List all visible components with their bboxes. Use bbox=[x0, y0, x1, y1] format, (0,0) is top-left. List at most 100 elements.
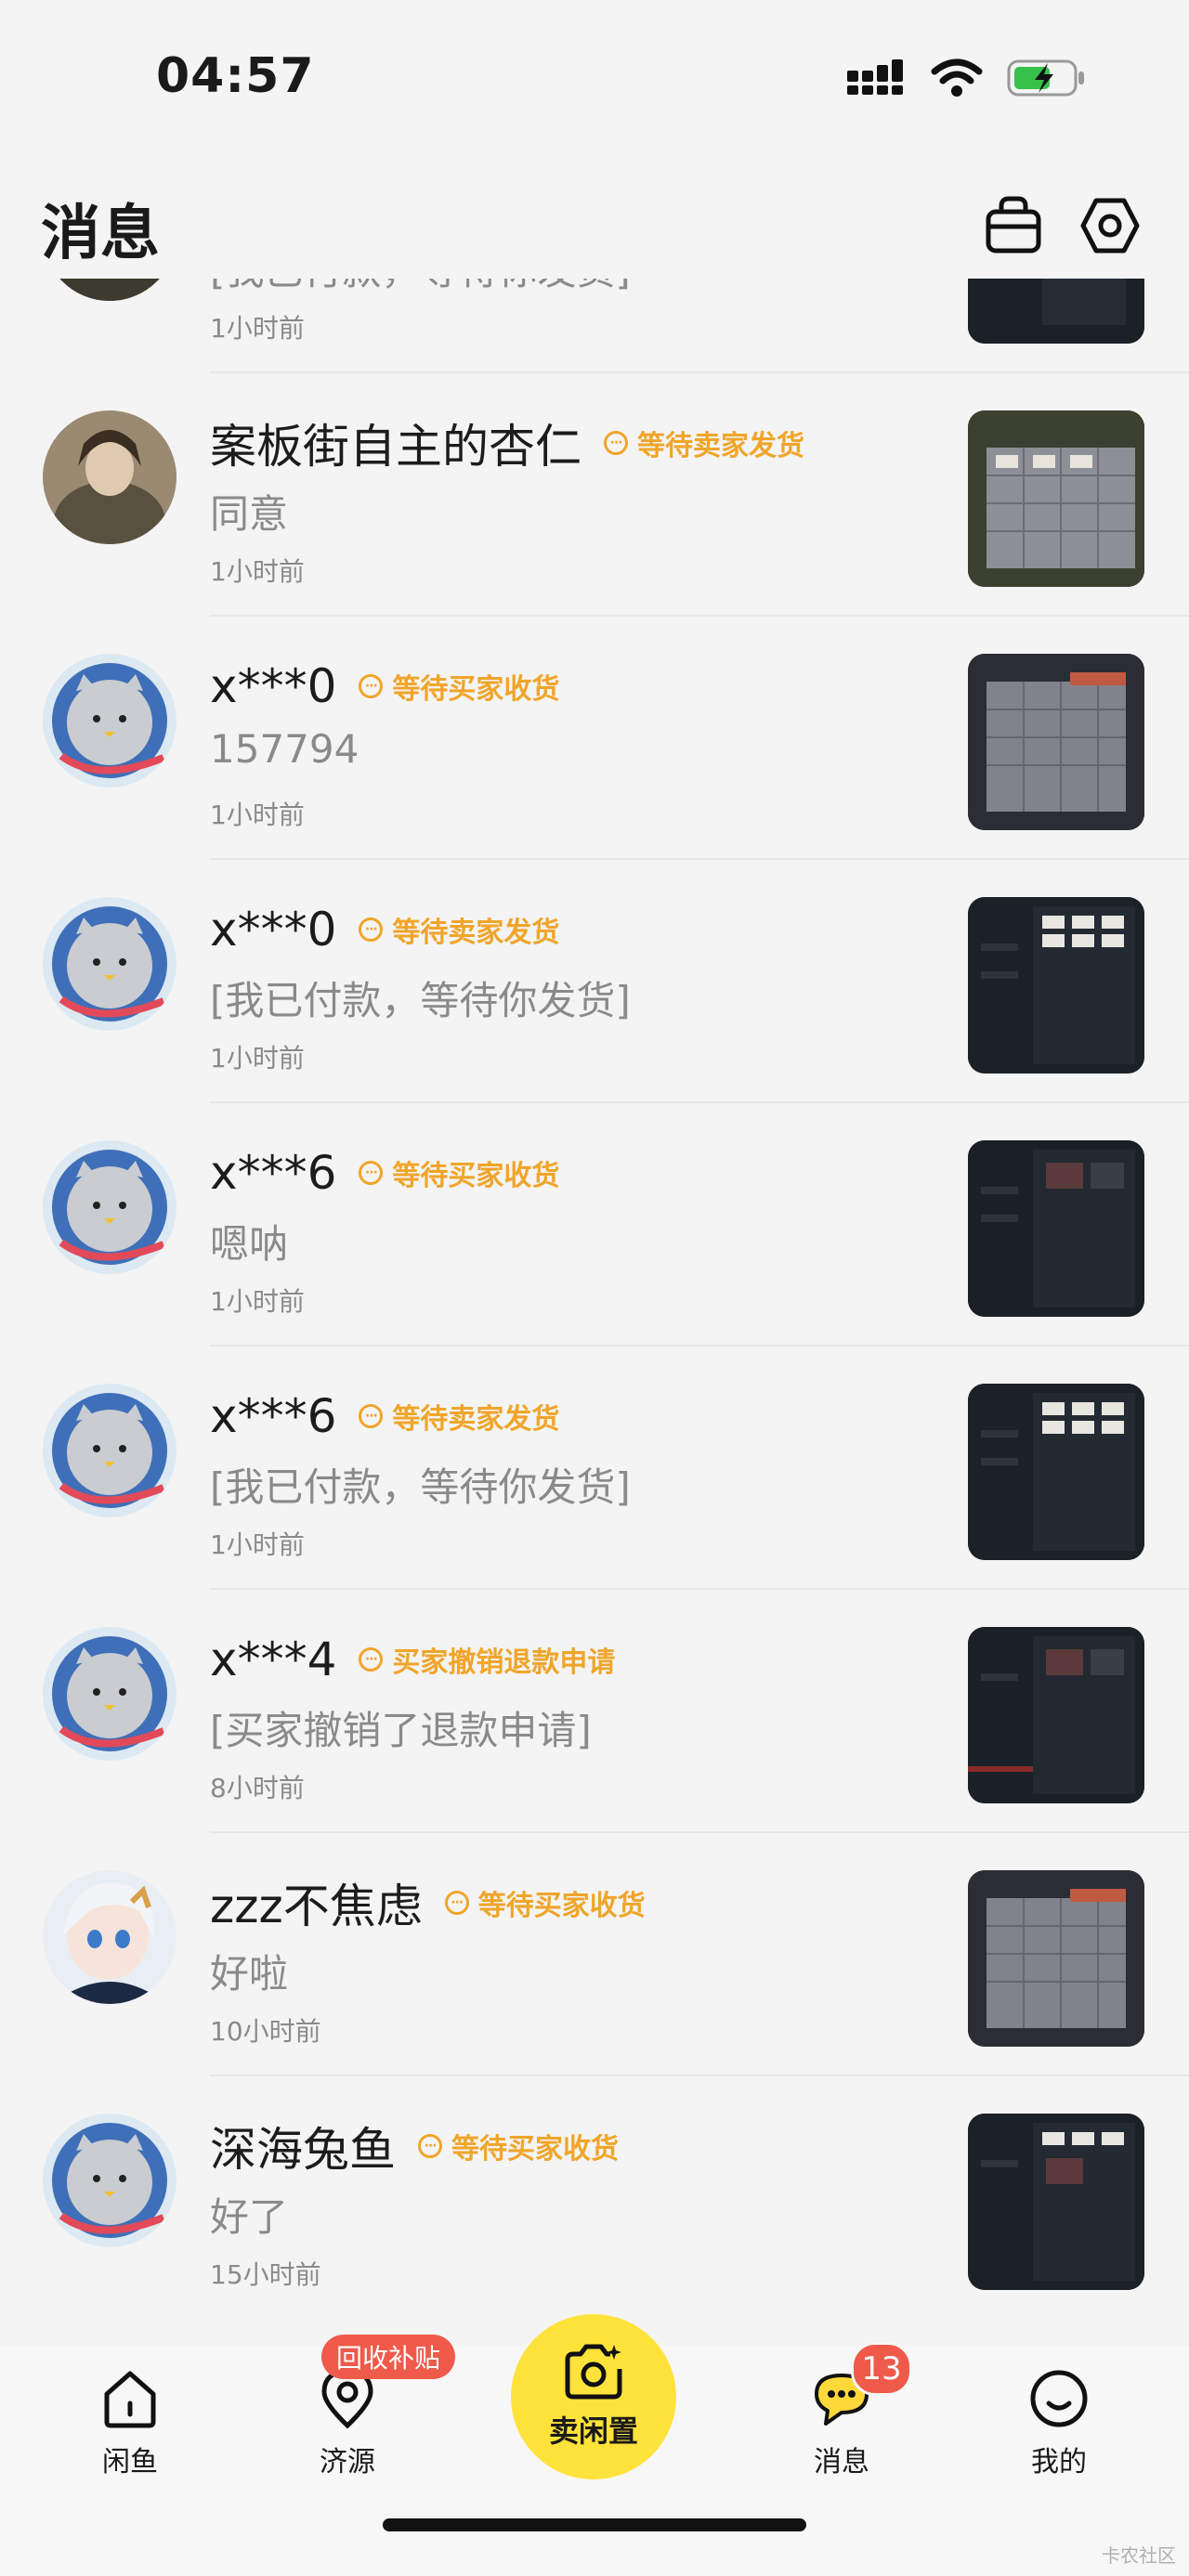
message-time: 8小时前 bbox=[210, 1773, 305, 1803]
message-preview: 好了 bbox=[210, 2194, 289, 2240]
avatar bbox=[43, 279, 176, 301]
item-thumbnail[interactable] bbox=[968, 897, 1144, 1073]
battery-charging-icon bbox=[1007, 59, 1084, 97]
name-line: x***4 ··· 买家撤销退款申请 bbox=[210, 1627, 615, 1692]
home-icon bbox=[104, 2371, 156, 2428]
order-status-text: 等待卖家发货 bbox=[637, 430, 804, 462]
order-status-badge: ··· 等待买家收货 bbox=[418, 2126, 619, 2166]
avatar bbox=[43, 2114, 176, 2247]
name-line: x***6 ··· 等待买家收货 bbox=[210, 1140, 559, 1205]
sell-idle-button[interactable]: 卖闲置 bbox=[511, 2314, 676, 2479]
item-thumbnail[interactable] bbox=[968, 654, 1144, 830]
contact-name: x***6 bbox=[210, 1146, 337, 1200]
conversation-row[interactable]: zzz不焦虑 ··· 等待买家收货 好啦 10小时前 bbox=[0, 1833, 1189, 2076]
nav-me-label: 我的 bbox=[1031, 2446, 1087, 2478]
sell-idle-label: 卖闲置 bbox=[548, 2413, 638, 2449]
message-time: 1小时前 bbox=[210, 556, 305, 587]
more-dots-icon: ··· bbox=[359, 674, 384, 698]
conversation-row[interactable]: x***0 ··· 等待买家收货 157794 1小时前 bbox=[0, 617, 1189, 860]
name-line: x***0 ··· 等待买家收货 bbox=[210, 654, 559, 719]
avatar bbox=[43, 410, 176, 544]
conversation-row[interactable]: 深海兔鱼 ··· 等待买家收货 好了 15小时前 bbox=[0, 2076, 1189, 2320]
watermark: 卡农社区 bbox=[1102, 2544, 1176, 2567]
conversation-row[interactable]: x***0 ··· 等待卖家发货 [我已付款，等待你发货] 1小时前 bbox=[0, 860, 1189, 1103]
more-dots-icon: ··· bbox=[604, 431, 628, 455]
item-thumbnail[interactable] bbox=[968, 279, 1144, 344]
nav-home[interactable]: 闲鱼 bbox=[56, 2366, 204, 2479]
contact-name: x***4 bbox=[210, 1633, 337, 1686]
name-line: 案板街自主的杏仁 ··· 等待卖家发货 bbox=[210, 410, 804, 475]
contact-name: x***0 bbox=[210, 903, 337, 956]
page-title: 消息 bbox=[41, 200, 160, 268]
message-preview: 好啦 bbox=[210, 1951, 289, 1997]
bag-icon[interactable] bbox=[983, 195, 1044, 256]
more-dots-icon: ··· bbox=[359, 1161, 384, 1185]
order-status-badge: ··· 等待买家收货 bbox=[444, 1882, 646, 1923]
settings-icon[interactable] bbox=[1079, 195, 1141, 256]
nav-me[interactable]: 我的 bbox=[985, 2366, 1133, 2479]
item-thumbnail[interactable] bbox=[968, 2114, 1144, 2290]
conversation-row[interactable]: x***6 ··· 等待买家收货 嗯呐 1小时前 bbox=[0, 1103, 1189, 1347]
contact-name: 深海兔鱼 bbox=[210, 2123, 396, 2177]
item-thumbnail[interactable] bbox=[968, 1627, 1144, 1803]
contact-name: x***6 bbox=[210, 1389, 337, 1443]
conversation-row[interactable]: [我已付款，等待你发货] 1小时前 bbox=[0, 279, 1189, 373]
page-header: 消息 bbox=[0, 167, 1189, 279]
status-time: 04:57 bbox=[156, 48, 315, 104]
avatar bbox=[43, 897, 176, 1031]
order-status-text: 等待买家收货 bbox=[392, 1160, 560, 1192]
message-preview: [我已付款，等待你发货] bbox=[210, 978, 631, 1023]
message-time: 1小时前 bbox=[210, 313, 305, 344]
status-bar: 04:57 bbox=[0, 0, 1189, 149]
recycle-subsidy-badge[interactable]: 回收补贴 bbox=[321, 2335, 456, 2379]
message-preview: [买家撤销了退款申请] bbox=[210, 1708, 592, 1753]
item-thumbnail[interactable] bbox=[968, 410, 1144, 587]
contact-name: zzz不焦虑 bbox=[210, 1880, 423, 1933]
avatar bbox=[43, 1384, 176, 1517]
more-dots-icon: ··· bbox=[359, 1404, 384, 1428]
message-preview: 嗯呐 bbox=[210, 1221, 289, 1267]
conversation-row[interactable]: x***6 ··· 等待卖家发货 [我已付款，等待你发货] 1小时前 bbox=[0, 1347, 1189, 1590]
message-time: 1小时前 bbox=[210, 1043, 305, 1073]
order-status-text: 买家撤销退款申请 bbox=[392, 1646, 616, 1679]
name-line: x***0 ··· 等待卖家发货 bbox=[210, 897, 559, 962]
more-dots-icon: ··· bbox=[359, 1647, 384, 1672]
unread-count-badge: 13 bbox=[851, 2342, 912, 2396]
order-status-badge: ··· 等待卖家发货 bbox=[359, 909, 559, 950]
order-status-badge: ··· 等待买家收货 bbox=[359, 666, 559, 707]
more-dots-icon: ··· bbox=[359, 917, 384, 942]
item-thumbnail[interactable] bbox=[968, 1870, 1144, 2047]
conversation-row[interactable]: x***4 ··· 买家撤销退款申请 [买家撤销了退款申请] 8小时前 bbox=[0, 1590, 1189, 1833]
name-line: zzz不焦虑 ··· 等待买家收货 bbox=[210, 1870, 646, 1935]
conversation-row[interactable]: 案板街自主的杏仁 ··· 等待卖家发货 同意 1小时前 bbox=[0, 373, 1189, 617]
order-status-badge: ··· 等待卖家发货 bbox=[359, 1396, 559, 1437]
item-thumbnail[interactable] bbox=[968, 1140, 1144, 1317]
message-preview: [我已付款，等待你发货] bbox=[210, 1464, 631, 1510]
message-preview: 同意 bbox=[210, 491, 289, 537]
avatar bbox=[43, 1870, 176, 2004]
order-status-text: 等待卖家发货 bbox=[392, 1403, 560, 1436]
order-status-text: 等待买家收货 bbox=[451, 2133, 619, 2166]
nav-resources[interactable]: 济源 bbox=[273, 2366, 422, 2479]
wifi-icon bbox=[931, 59, 983, 97]
message-time: 1小时前 bbox=[210, 800, 305, 830]
signal-icon bbox=[847, 59, 903, 95]
name-line: x***6 ··· 等待卖家发货 bbox=[210, 1384, 559, 1449]
status-icons bbox=[845, 58, 1087, 98]
message-time: 10小时前 bbox=[210, 2016, 321, 2047]
message-list: [我已付款，等待你发货] 1小时前 案板街自主的杏仁 ··· 等待卖家发货 同意 … bbox=[0, 279, 1189, 2346]
contact-name: x***0 bbox=[210, 659, 337, 713]
avatar bbox=[43, 1627, 176, 1761]
nav-resources-label: 济源 bbox=[320, 2446, 375, 2478]
nav-home-label: 闲鱼 bbox=[102, 2446, 158, 2478]
order-status-badge: ··· 等待买家收货 bbox=[359, 1152, 559, 1193]
order-status-text: 等待买家收货 bbox=[392, 673, 560, 706]
avatar bbox=[43, 654, 176, 787]
item-thumbnail[interactable] bbox=[968, 1384, 1144, 1560]
nav-messages-label: 消息 bbox=[814, 2446, 869, 2478]
message-preview: 157794 bbox=[210, 726, 359, 772]
order-status-text: 等待卖家发货 bbox=[392, 917, 560, 949]
contact-name: 案板街自主的杏仁 bbox=[210, 420, 581, 474]
message-time: 1小时前 bbox=[210, 1286, 305, 1317]
avatar bbox=[43, 1140, 176, 1274]
